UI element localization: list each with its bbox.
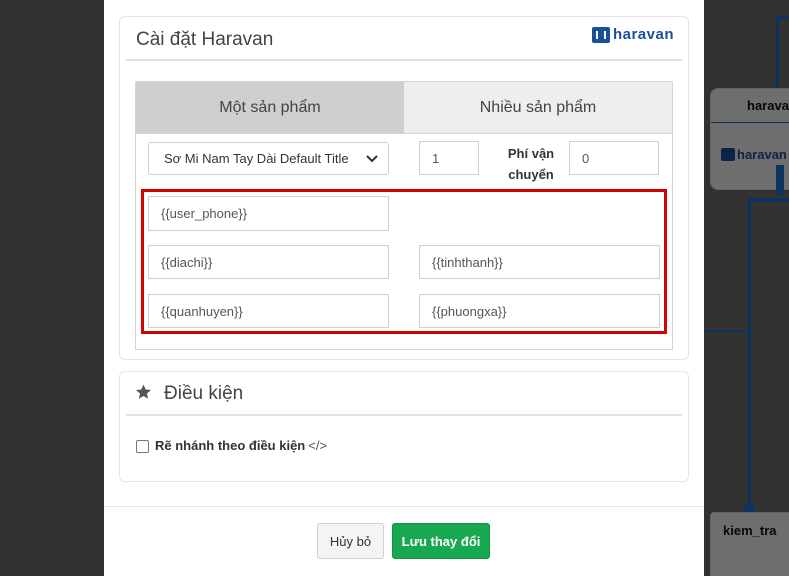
panel-header-divider <box>126 59 682 61</box>
tab-single-product[interactable]: Một sản phẩm <box>136 82 404 133</box>
condition-title: Điều kiện <box>164 383 244 404</box>
quantity-input[interactable]: 1 <box>419 141 479 175</box>
star-icon <box>134 383 153 407</box>
product-mode-tabs: Một sản phẩm Nhiều sản phẩm <box>135 81 673 134</box>
shipping-fee-label: Phí vận chuyển <box>507 146 555 182</box>
branch-condition-checkbox[interactable] <box>136 440 149 453</box>
product-select-value: Sơ Mi Nam Tay Dài Default Title <box>164 151 349 166</box>
branch-condition-text: Rẽ nhánh theo điều kiện <box>155 438 306 453</box>
condition-panel: Điều kiện <box>119 371 689 482</box>
haravan-logo: haravan <box>591 26 674 43</box>
product-select[interactable]: Sơ Mi Nam Tay Dài Default Title <box>148 142 389 175</box>
highlight-box <box>141 189 667 334</box>
haravan-logo-text: haravan <box>612 26 674 43</box>
panel-header-divider <box>126 414 682 416</box>
panel-title: Cài đặt Haravan <box>136 29 274 50</box>
modal-footer-divider <box>104 506 704 507</box>
haravan-logo-icon <box>591 26 610 43</box>
tab-multiple-products[interactable]: Nhiều sản phẩm <box>404 82 672 133</box>
cancel-button[interactable]: Hủy bỏ <box>317 523 384 559</box>
code-icon: </> <box>308 438 328 453</box>
shipping-fee-input[interactable]: 0 <box>569 141 659 175</box>
chevron-down-icon <box>366 151 378 166</box>
save-button[interactable]: Lưu thay đổi <box>392 523 490 559</box>
branch-condition-label[interactable]: Rẽ nhánh theo điều kiện </> <box>155 438 327 453</box>
